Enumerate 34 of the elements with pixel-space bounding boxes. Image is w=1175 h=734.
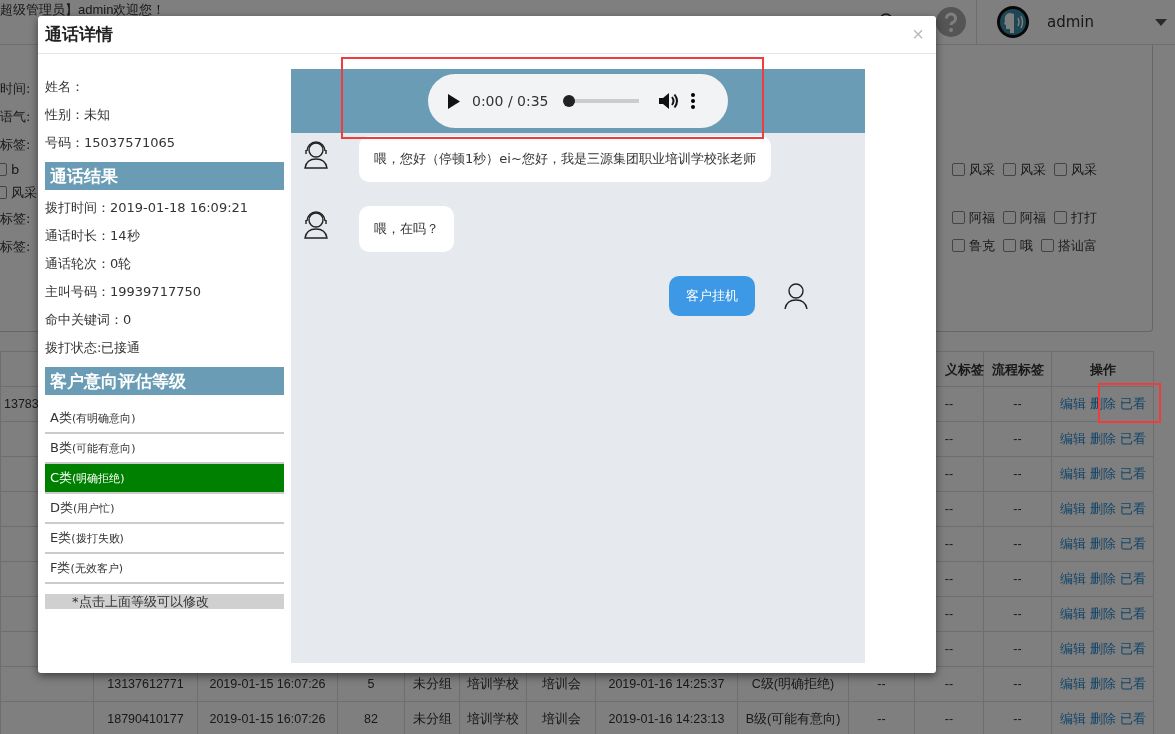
table-cell: -- — [983, 491, 1052, 527]
message-bubble: 喂，您好（停顿1秒）ei~您好，我是三源集团职业培训学校张老师 — [359, 136, 771, 182]
contact-info: 号码：15037571065 — [45, 134, 176, 152]
section-title: 通话结果 — [45, 162, 284, 190]
contact-info: 性别：未知 — [45, 106, 111, 124]
call-info: 命中关键词：0 — [45, 311, 133, 329]
table-cell: -- — [983, 666, 1052, 702]
call-info: 主叫号码：19939717750 — [45, 283, 202, 301]
filter-label: 标签: — [0, 136, 31, 154]
filter-label: 标签: — [0, 238, 31, 256]
message-bubble: 喂，在吗？ — [359, 206, 454, 252]
section-title: 客户意向评估等级 — [45, 367, 284, 395]
table-cell: -- — [983, 561, 1052, 597]
table-cell: -- — [983, 596, 1052, 632]
audio-time: 0:00 / 0:35 — [472, 93, 549, 109]
table-cell: -- — [983, 456, 1052, 492]
welcome-text: 超级管理员】admin欢迎您！ — [0, 2, 167, 18]
hint-text: *点击上面等级可以修改 — [45, 594, 284, 609]
call-info: 拨打时间：2019-01-18 16:09:21 — [45, 199, 250, 217]
filter-label: 时间: — [0, 80, 31, 98]
contact-info: 姓名： — [45, 78, 85, 96]
call-info: 通话时长：14秒 — [45, 227, 141, 245]
column-header: 操作 — [1051, 351, 1154, 387]
column-header: 流程标签 — [983, 351, 1052, 387]
call-info: 拨打状态:已接通 — [45, 339, 142, 357]
dialog-title: 通话详情 — [45, 23, 113, 46]
table-cell: -- — [983, 421, 1052, 457]
call-info: 通话轮次：0轮 — [45, 255, 133, 273]
message-bubble: 客户挂机 — [669, 276, 755, 316]
table-cell: -- — [983, 526, 1052, 562]
table-cell: -- — [983, 631, 1052, 667]
table-cell: -- — [983, 386, 1052, 422]
filter-label: 语气: — [0, 108, 31, 126]
filter-label: 标签: — [0, 210, 31, 228]
